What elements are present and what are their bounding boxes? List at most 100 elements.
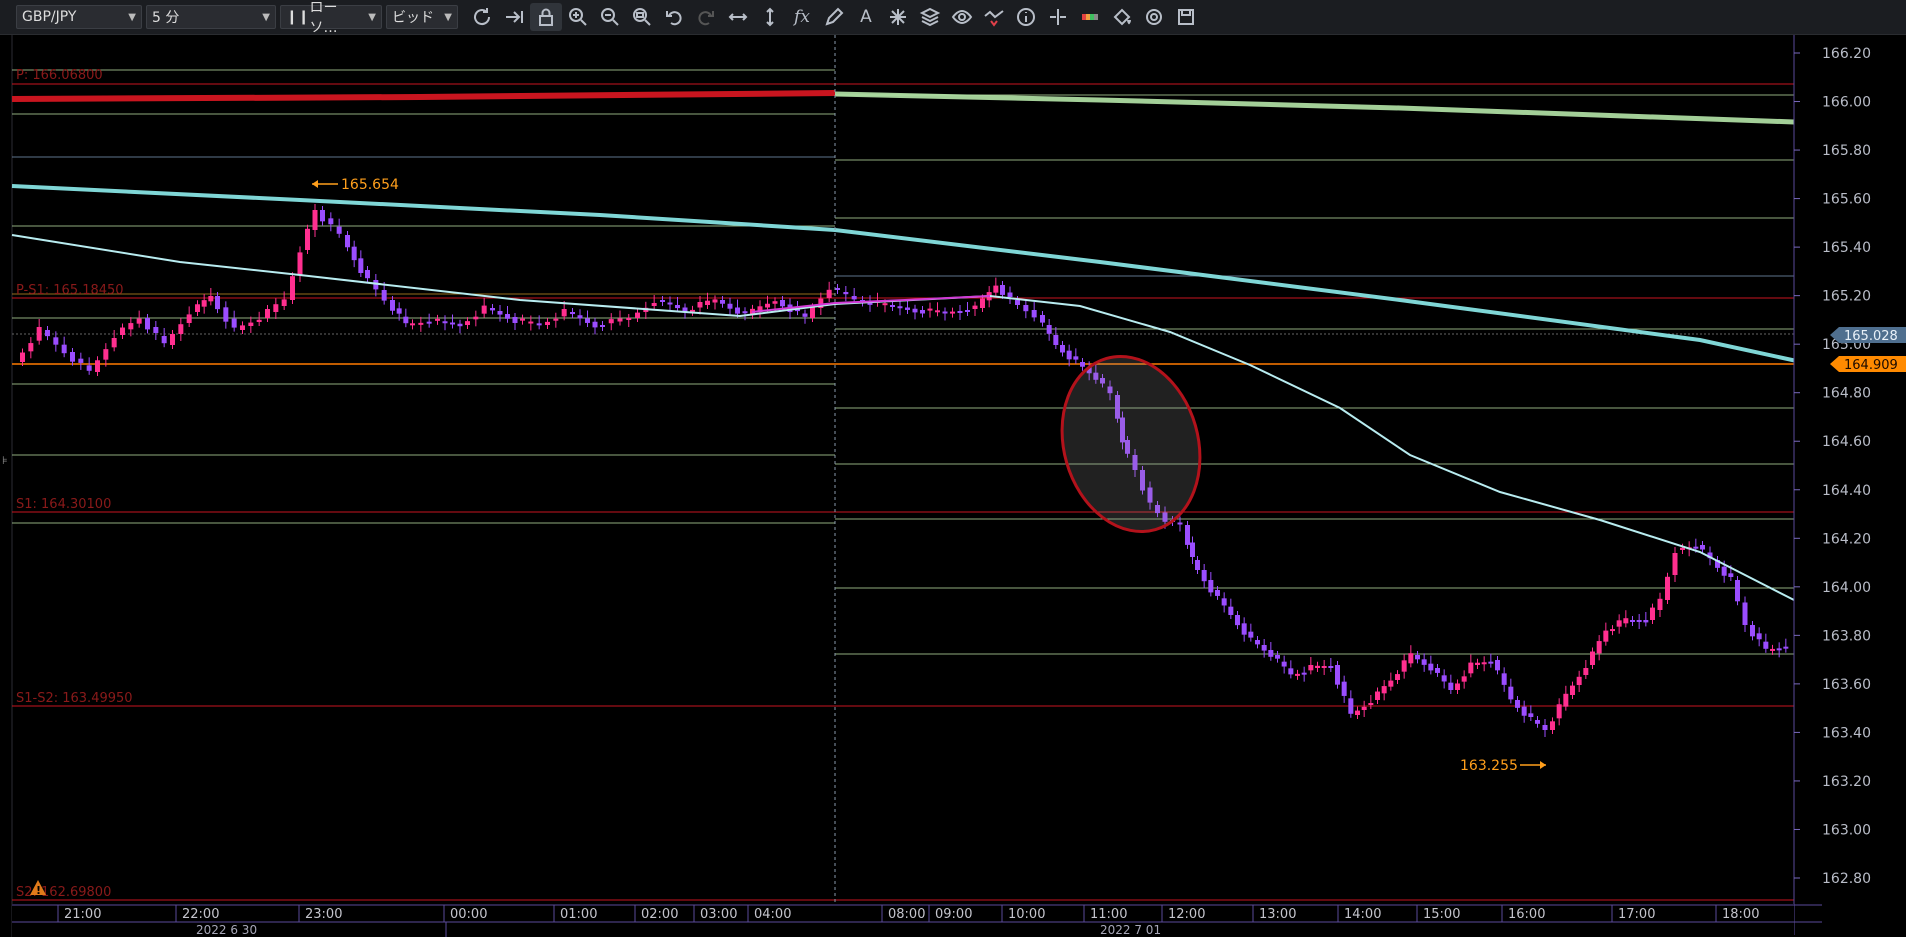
candle-body bbox=[195, 304, 200, 312]
candle-body bbox=[635, 312, 640, 318]
zoom-in-icon[interactable] bbox=[562, 3, 594, 31]
paint-bucket-icon[interactable] bbox=[1106, 3, 1138, 31]
candle-body bbox=[1195, 560, 1200, 570]
pencil-draw-icon[interactable] bbox=[818, 3, 850, 31]
info-icon[interactable] bbox=[1010, 3, 1042, 31]
candle-body bbox=[1776, 648, 1782, 651]
candle-body bbox=[1455, 683, 1460, 690]
candle-body bbox=[390, 300, 395, 311]
candle-body bbox=[1550, 721, 1555, 730]
candle-body bbox=[927, 308, 933, 311]
candle-body bbox=[28, 343, 34, 352]
chart-type-select[interactable]: ❙❙ ローソ… ▼ bbox=[280, 0, 382, 36]
candle-body bbox=[186, 314, 192, 323]
zoom-reset-icon[interactable] bbox=[626, 3, 658, 31]
price-label: 162.80 bbox=[1822, 871, 1871, 887]
candle-body bbox=[802, 313, 808, 317]
candle-body bbox=[1177, 522, 1183, 525]
price-label: 165.60 bbox=[1822, 192, 1871, 208]
candle-body bbox=[358, 258, 364, 273]
price-label: 166.00 bbox=[1822, 95, 1871, 111]
candle-body bbox=[851, 296, 857, 300]
candle-body bbox=[810, 307, 815, 318]
candle-body bbox=[608, 319, 614, 324]
zoom-out-icon[interactable] bbox=[594, 3, 626, 31]
candle-body bbox=[153, 327, 159, 333]
chart-type-value: ローソ… bbox=[309, 0, 338, 36]
candle-body bbox=[1295, 673, 1300, 676]
refresh-icon[interactable] bbox=[466, 3, 498, 31]
split-view-icon[interactable] bbox=[1042, 3, 1074, 31]
candle-body bbox=[145, 318, 150, 330]
candle-body bbox=[365, 270, 370, 279]
candle-body bbox=[111, 338, 117, 348]
candle-body bbox=[1508, 686, 1514, 700]
price-chart[interactable]: ⊧ P: 166.06800 P-S1: 165.18450 S1: 164.3… bbox=[0, 35, 1906, 937]
color-bar-icon[interactable] bbox=[1074, 3, 1106, 31]
high-marker-label: 165.654 bbox=[341, 177, 399, 193]
candle-body bbox=[231, 318, 237, 328]
candle-body bbox=[178, 324, 184, 334]
undo-icon[interactable] bbox=[658, 3, 690, 31]
timeframe-select[interactable]: 5 分 ▼ bbox=[146, 5, 276, 29]
candle-body bbox=[1301, 672, 1307, 675]
candle-body bbox=[1221, 598, 1227, 606]
layers-icon[interactable] bbox=[914, 3, 946, 31]
candlestick-icon: ❙❙ bbox=[286, 9, 310, 25]
candle-body bbox=[1355, 710, 1360, 715]
candle-body bbox=[561, 309, 567, 317]
redo-icon[interactable] bbox=[690, 3, 722, 31]
vertical-resize-icon[interactable] bbox=[754, 3, 786, 31]
candle-body bbox=[78, 358, 84, 363]
candle-body bbox=[1700, 545, 1705, 550]
reload-chart-icon[interactable] bbox=[1138, 3, 1170, 31]
candle-body bbox=[675, 305, 680, 309]
pivot-s1-s2-label: S1-S2: 163.49950 bbox=[16, 691, 133, 706]
symbol-select[interactable]: GBP/JPY ▼ bbox=[16, 5, 142, 29]
candle-body bbox=[1066, 350, 1072, 360]
eye-icon[interactable] bbox=[946, 3, 978, 31]
candle-body bbox=[53, 337, 59, 345]
candle-body bbox=[403, 316, 409, 324]
lock-icon[interactable] bbox=[530, 3, 562, 31]
horizontal-resize-icon[interactable] bbox=[722, 3, 754, 31]
candle-body bbox=[712, 299, 718, 303]
indicator-fx-icon[interactable]: fx bbox=[786, 3, 818, 31]
pivot-s2-label: S2: 162.69800 bbox=[16, 885, 111, 900]
price-label: 163.80 bbox=[1822, 628, 1871, 644]
candle-body bbox=[505, 314, 510, 319]
signal-icon[interactable] bbox=[978, 3, 1010, 31]
candle-body bbox=[1770, 648, 1775, 651]
candle-body bbox=[248, 322, 254, 326]
candle-body bbox=[1657, 598, 1663, 610]
candle-body bbox=[1735, 580, 1740, 602]
candle-body bbox=[1428, 663, 1434, 671]
candle-body bbox=[136, 318, 142, 324]
save-icon[interactable] bbox=[1170, 3, 1202, 31]
candle-body bbox=[1395, 674, 1400, 680]
collapse-handle-icon[interactable]: ⊧ bbox=[2, 454, 8, 467]
time-label: 17:00 bbox=[1618, 907, 1655, 922]
candle-body bbox=[410, 323, 415, 326]
time-label: 21:00 bbox=[64, 907, 101, 922]
candle-body bbox=[161, 336, 167, 344]
scroll-to-end-icon[interactable] bbox=[498, 3, 530, 31]
price-label: 164.00 bbox=[1822, 580, 1871, 596]
price-label: 164.40 bbox=[1822, 483, 1871, 499]
candle-body bbox=[1693, 546, 1699, 549]
candle-body bbox=[95, 360, 100, 372]
current-price-tag-lower: 164.909 bbox=[1830, 356, 1906, 373]
price-label: 165.80 bbox=[1822, 143, 1871, 159]
text-tool-icon[interactable]: A bbox=[850, 3, 882, 31]
chevron-down-icon: ▼ bbox=[262, 11, 270, 23]
candle-body bbox=[1583, 668, 1589, 675]
time-label: 22:00 bbox=[182, 907, 219, 922]
chevron-down-icon: ▼ bbox=[128, 11, 136, 23]
candle-body bbox=[1348, 698, 1354, 714]
crosshair-tools-icon[interactable] bbox=[882, 3, 914, 31]
time-label: 23:00 bbox=[305, 907, 342, 922]
candle-body bbox=[290, 276, 295, 300]
candle-body bbox=[1288, 668, 1294, 675]
price-side-select[interactable]: ビッド ▼ bbox=[386, 5, 458, 29]
candle-body bbox=[1623, 618, 1629, 624]
